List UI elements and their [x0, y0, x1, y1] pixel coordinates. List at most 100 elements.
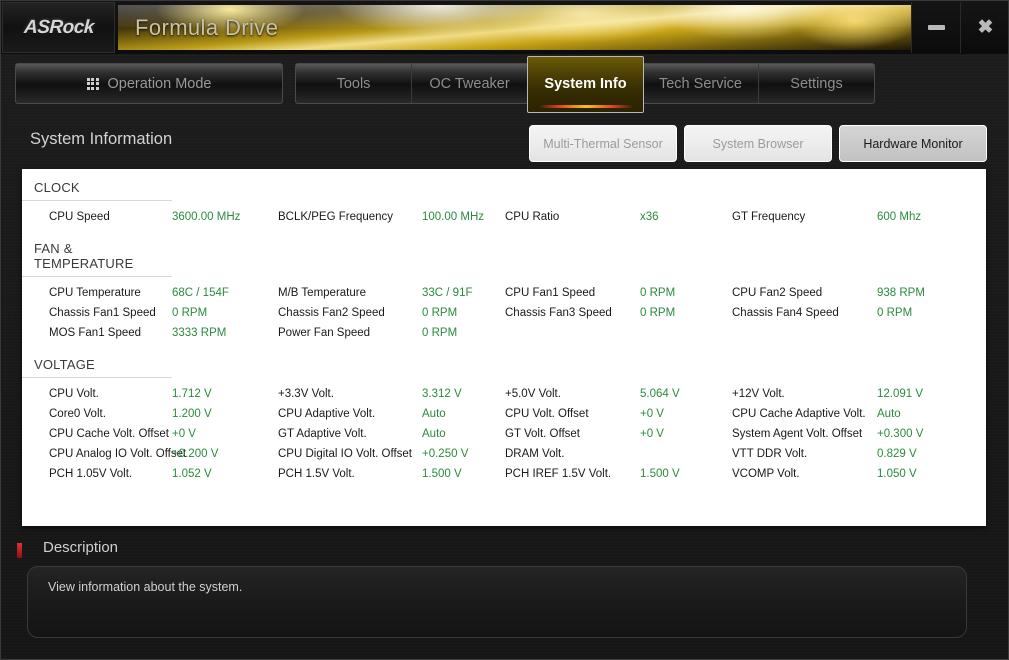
- hardware-monitor-panel: CLOCK CPU Speed 3600.00 MHz BCLK/PEG Fre…: [22, 169, 986, 526]
- tab-bar: Operation Mode Tools OC Tweaker System I…: [1, 55, 1008, 113]
- field-pair: Chassis Fan4 Speed 0 RPM: [724, 307, 951, 319]
- field-pair: CPU Analog IO Volt. Offset +0.200 V: [22, 448, 270, 460]
- field-label: CPU Fan1 Speed: [505, 287, 596, 299]
- page-header: System Information Multi-Thermal Sensor …: [1, 119, 1008, 169]
- operation-mode-button[interactable]: Operation Mode: [15, 63, 283, 104]
- app-banner: Formula Drive: [118, 5, 919, 50]
- main-tabs: Tools OC Tweaker System Info Tech Servic…: [295, 55, 875, 113]
- title-bar: ASRock Formula Drive ✖: [1, 1, 1008, 54]
- field-pair: CPU Ratio x36: [497, 211, 724, 223]
- field-label: CPU Speed: [49, 211, 110, 223]
- field-pair: PCH 1.05V Volt. 1.052 V: [22, 468, 270, 480]
- field-label: GT Adaptive Volt.: [278, 428, 367, 440]
- group-clock-title: CLOCK: [22, 180, 172, 201]
- formula-drive-window: ASRock Formula Drive ✖ Operation Mode To…: [0, 0, 1009, 660]
- field-value: +0.300 V: [877, 428, 924, 440]
- field-pair: +12V Volt. 12.091 V: [724, 388, 951, 400]
- field-pair: CPU Temperature 68C / 154F: [22, 287, 270, 299]
- field-label: CPU Ratio: [505, 211, 560, 223]
- field-label: CPU Volt.: [49, 388, 99, 400]
- group-fan-temperature-title: FAN & TEMPERATURE: [22, 241, 172, 277]
- field-label: GT Volt. Offset: [505, 428, 580, 440]
- field-value: 5.064 V: [640, 388, 680, 400]
- field-pair: M/B Temperature 33C / 91F: [270, 287, 497, 299]
- field-pair: PCH 1.5V Volt. 1.500 V: [270, 468, 497, 480]
- field-value: 3.312 V: [422, 388, 462, 400]
- field-value: 1.500 V: [422, 468, 462, 480]
- operation-mode-label: Operation Mode: [107, 75, 212, 92]
- field-pair: CPU Adaptive Volt. Auto: [270, 408, 497, 420]
- field-value: 1.200 V: [172, 408, 212, 420]
- tab-settings-label: Settings: [790, 75, 843, 92]
- group-fan-temperature: FAN & TEMPERATURE CPU Temperature 68C / …: [22, 227, 986, 343]
- field-pair: GT Frequency 600 Mhz: [724, 211, 951, 223]
- close-button[interactable]: ✖: [960, 2, 1008, 53]
- field-pair: CPU Volt. Offset +0 V: [497, 408, 724, 420]
- field-value: 0 RPM: [422, 307, 458, 319]
- group-clock-rows: CPU Speed 3600.00 MHz BCLK/PEG Frequency…: [22, 201, 986, 227]
- field-pair: Power Fan Speed 0 RPM: [270, 327, 497, 339]
- subtab-multi-thermal-sensor[interactable]: Multi-Thermal Sensor: [529, 125, 677, 162]
- field-label: DRAM Volt.: [505, 448, 565, 460]
- field-label: BCLK/PEG Frequency: [278, 211, 394, 223]
- field-pair: MOS Fan1 Speed 3333 RPM: [22, 327, 270, 339]
- asrock-logo: ASRock: [2, 2, 115, 53]
- tab-system-info[interactable]: System Info: [527, 55, 644, 113]
- field-label: VTT DDR Volt.: [732, 448, 808, 460]
- tab-oc-tweaker[interactable]: OC Tweaker: [412, 64, 528, 103]
- field-label: Core0 Volt.: [49, 408, 106, 420]
- minimize-button[interactable]: [911, 2, 961, 53]
- field-value: 0.829 V: [877, 448, 917, 460]
- description-header: Description: [1, 536, 1008, 566]
- field-label: +12V Volt.: [732, 388, 785, 400]
- subtab-system-browser-label: System Browser: [712, 136, 804, 151]
- table-row: PCH 1.05V Volt. 1.052 V PCH 1.5V Volt. 1…: [22, 464, 986, 484]
- bookmark-icon: [17, 543, 22, 558]
- field-label: Chassis Fan2 Speed: [278, 307, 385, 319]
- subtab-multi-thermal-sensor-label: Multi-Thermal Sensor: [543, 136, 663, 151]
- field-value: Auto: [422, 408, 446, 420]
- field-value: 0 RPM: [877, 307, 913, 319]
- field-pair: +3.3V Volt. 3.312 V: [270, 388, 497, 400]
- field-pair: CPU Speed 3600.00 MHz: [22, 211, 270, 223]
- table-row: Chassis Fan1 Speed 0 RPM Chassis Fan2 Sp…: [22, 303, 986, 323]
- subtab-hardware-monitor[interactable]: Hardware Monitor: [839, 125, 987, 162]
- field-label: CPU Analog IO Volt. Offset: [49, 448, 187, 460]
- field-value: 12.091 V: [877, 388, 924, 400]
- field-pair: CPU Volt. 1.712 V: [22, 388, 270, 400]
- group-voltage-rows: CPU Volt. 1.712 V +3.3V Volt. 3.312 V +5…: [22, 378, 986, 484]
- tab-tech-service[interactable]: Tech Service: [643, 64, 759, 103]
- field-label: PCH 1.5V Volt.: [278, 468, 355, 480]
- field-value: 3600.00 MHz: [172, 211, 241, 223]
- grid-icon: [86, 77, 99, 90]
- field-label: M/B Temperature: [278, 287, 366, 299]
- field-label: CPU Temperature: [49, 287, 141, 299]
- field-pair: +5.0V Volt. 5.064 V: [497, 388, 724, 400]
- field-value: +0 V: [640, 428, 664, 440]
- field-pair: PCH IREF 1.5V Volt. 1.500 V: [497, 468, 724, 480]
- field-label: Chassis Fan4 Speed: [732, 307, 839, 319]
- field-value: 1.500 V: [640, 468, 680, 480]
- group-fan-temperature-rows: CPU Temperature 68C / 154F M/B Temperatu…: [22, 277, 986, 343]
- tab-settings[interactable]: Settings: [759, 64, 874, 103]
- field-value: +0 V: [640, 408, 664, 420]
- field-value: 600 Mhz: [877, 211, 922, 223]
- page-title: System Information: [30, 130, 173, 148]
- field-pair: CPU Fan2 Speed 938 RPM: [724, 287, 951, 299]
- field-label: +3.3V Volt.: [278, 388, 334, 400]
- group-clock: CLOCK CPU Speed 3600.00 MHz BCLK/PEG Fre…: [22, 169, 986, 227]
- field-value: 33C / 91F: [422, 287, 473, 299]
- table-row: CPU Speed 3600.00 MHz BCLK/PEG Frequency…: [22, 207, 986, 227]
- field-value: x36: [640, 211, 659, 223]
- minimize-icon: [928, 25, 945, 30]
- field-pair: System Agent Volt. Offset +0.300 V: [724, 428, 951, 440]
- field-pair: VCOMP Volt. 1.050 V: [724, 468, 951, 480]
- table-row: MOS Fan1 Speed 3333 RPM Power Fan Speed …: [22, 323, 986, 343]
- tab-tech-service-label: Tech Service: [658, 75, 742, 92]
- field-label: PCH IREF 1.5V Volt.: [505, 468, 612, 480]
- tab-tools[interactable]: Tools: [296, 64, 412, 103]
- field-pair: GT Adaptive Volt. Auto: [270, 428, 497, 440]
- tab-oc-tweaker-label: OC Tweaker: [429, 75, 510, 92]
- subtab-system-browser[interactable]: System Browser: [684, 125, 832, 162]
- field-label: CPU Cache Volt. Offset: [49, 428, 169, 440]
